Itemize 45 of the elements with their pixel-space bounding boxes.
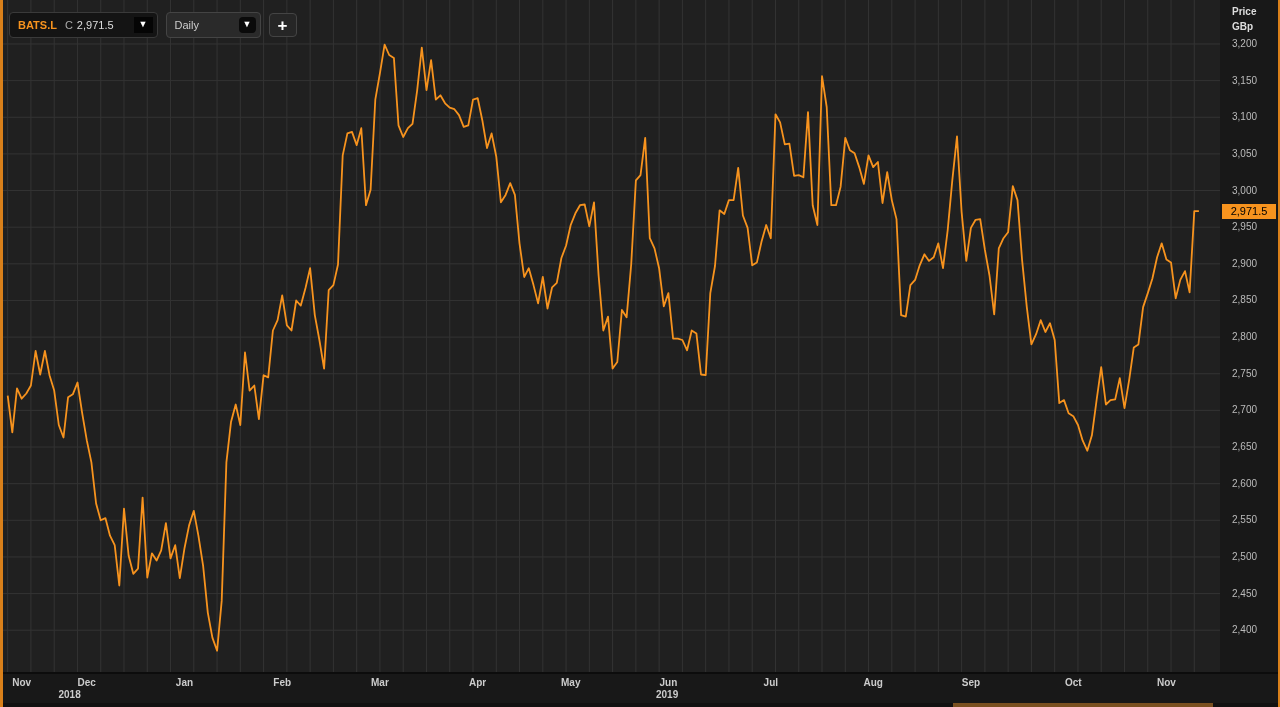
axis-label: Nov	[1156, 678, 1176, 688]
axis-label: 2,500	[1232, 551, 1258, 562]
axis-label: 2,700	[1232, 405, 1258, 416]
axis-label: 3,150	[1232, 75, 1258, 86]
instrument-symbol: BATS.L	[18, 17, 57, 33]
last-price-label: 2,971.5	[1222, 204, 1276, 220]
axis-label: Mar	[371, 678, 389, 688]
axis-label: May	[561, 678, 581, 688]
range-scrollbar[interactable]	[953, 703, 1213, 707]
axis-label: Jan	[175, 678, 194, 688]
add-button[interactable]: +	[268, 13, 297, 37]
axis-label: Sep	[961, 678, 981, 688]
axis-label: 2,450	[1232, 588, 1258, 599]
axis-label: 3,100	[1232, 112, 1258, 123]
axis-label: 3,050	[1232, 148, 1258, 159]
axis-label: 2,650	[1232, 442, 1258, 452]
axis-label: 2,600	[1232, 478, 1258, 489]
axis-label: Jun	[659, 678, 678, 688]
axis-label: 3,200	[1232, 38, 1258, 49]
year-label: 2018	[58, 690, 81, 700]
axis-label: 2,900	[1232, 258, 1258, 269]
axis-label: 2,800	[1232, 332, 1258, 343]
axis-label: Aug	[863, 678, 883, 688]
axis-unit: GBp	[1232, 20, 1254, 34]
axis-label: Feb	[273, 678, 292, 688]
year-label: 2019	[655, 690, 679, 700]
axis-label: 2,950	[1232, 222, 1258, 233]
price-value: 2,971.5	[76, 17, 114, 33]
axis-label: Apr	[469, 678, 487, 688]
dropdown-caret[interactable]: ▼	[133, 17, 153, 33]
axis-label: Oct	[1064, 678, 1082, 688]
axis-label: 2,850	[1232, 295, 1258, 306]
axis-label: 2,750	[1232, 368, 1258, 379]
axis-label: 2,550	[1232, 515, 1258, 526]
axis-label: Jul	[763, 678, 779, 688]
axis-label: 2,400	[1232, 625, 1258, 636]
dropdown-caret[interactable]: ▼	[238, 17, 256, 33]
price-type-label: C	[64, 17, 73, 33]
interval-value: Daily	[174, 17, 199, 33]
axis-label: 3,000	[1232, 185, 1258, 196]
axis-label: Nov	[12, 678, 32, 688]
axis-title: Price	[1232, 5, 1257, 19]
instrument-selector[interactable]: BATS.L C 2,971.5 ▼	[9, 12, 158, 38]
interval-dropdown[interactable]: Daily ▼	[165, 12, 261, 38]
axis-label: Dec	[77, 678, 96, 688]
